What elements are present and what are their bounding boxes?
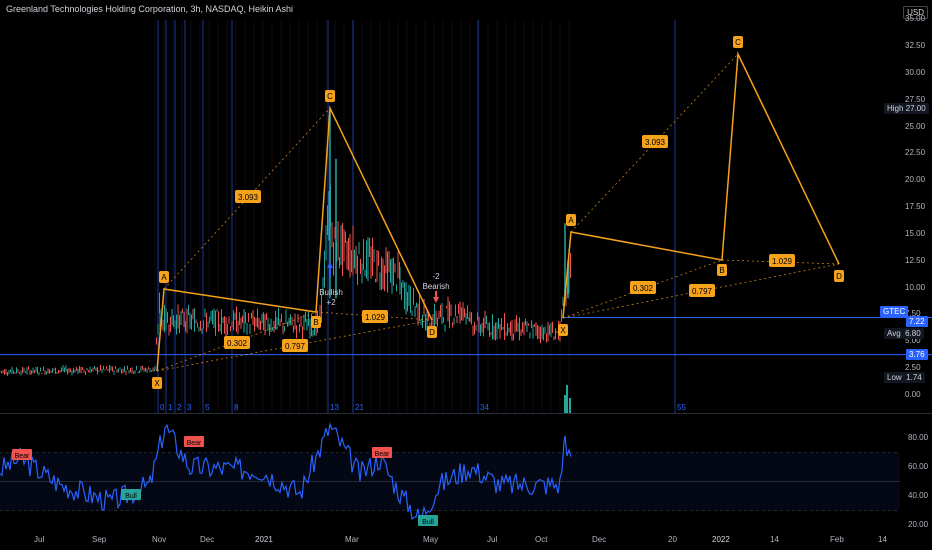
ratio-label: 0.302: [633, 284, 654, 293]
price-chart[interactable]: 0 1 2 3 5 8 13 21 34 55 X A B C D 3.093 0.302 0.797 1.029…: [0, 0, 932, 550]
fib-number: 21: [355, 403, 364, 412]
ratio-label: 3.093: [645, 138, 666, 147]
bull-signal-label: Bull: [422, 519, 434, 526]
pattern-point-label: C: [327, 92, 333, 101]
time-tick-label: Nov: [152, 535, 167, 544]
time-tick-label: Dec: [200, 535, 215, 544]
time-tick-label: Jul: [487, 535, 498, 544]
pattern-point-label: B: [313, 318, 318, 327]
pattern-point-label: C: [735, 38, 741, 47]
fib-number: 55: [677, 403, 686, 412]
price-tick-label: 30.00: [905, 67, 926, 77]
oscillator-tick-label: 60.00: [908, 462, 929, 471]
fib-number: 13: [330, 403, 339, 412]
bear-signal-label: Bear: [15, 453, 30, 460]
pattern-point-label: X: [154, 379, 160, 388]
last-price-tag: 7.22: [906, 316, 928, 327]
line-price-tag: 3.76: [906, 349, 928, 360]
price-tick-label: 25.00: [905, 121, 926, 131]
fib-number: 8: [234, 403, 239, 412]
high-value: 27.00: [905, 104, 926, 113]
price-tick-label: 12.50: [905, 255, 926, 265]
bearish-signal-text: Bearish: [422, 282, 449, 291]
avg-value: 6.80: [905, 329, 921, 338]
harmonic-pattern-line: [156, 105, 433, 372]
chart-window[interactable]: Greenland Technologies Holding Corporati…: [0, 0, 932, 550]
bull-signal-label: Bull: [125, 493, 137, 500]
time-tick-label: 14: [878, 535, 887, 544]
low-tag: Low 1.74: [884, 372, 925, 383]
time-tick-label: 2021: [255, 535, 273, 544]
time-tick-label: Jul: [34, 535, 45, 544]
price-tick-label: 10.00: [905, 282, 926, 292]
oscillator-tick-label: 20.00: [908, 520, 929, 529]
ratio-label: 1.029: [365, 313, 386, 322]
pattern-point-label: A: [161, 273, 167, 282]
high-tag: High 27.00: [884, 103, 929, 114]
fib-number: 3: [187, 403, 192, 412]
harmonic-pattern-line: [562, 51, 840, 319]
bear-signal-label: Bear: [375, 451, 390, 458]
ratio-label: 0.302: [227, 339, 248, 348]
bullish-signal-count: +2: [326, 298, 336, 307]
pattern-point-label: D: [429, 328, 435, 337]
price-tick-label: 0.00: [905, 390, 921, 399]
price-tick-label: 32.50: [905, 40, 926, 50]
bear-signal-label: Bear: [187, 440, 202, 447]
oscillator-tick-label: 80.00: [908, 433, 929, 442]
time-tick-label: Sep: [92, 535, 107, 544]
time-tick-label: 20: [668, 535, 677, 544]
price-tick-label: 2.50: [905, 363, 921, 373]
low-value: 1.74: [906, 373, 922, 382]
price-tick-label: 35.00: [905, 14, 926, 24]
avg-tag: Avg 6.80: [884, 328, 924, 339]
fib-number: 5: [205, 403, 210, 412]
fib-number: 2: [177, 403, 182, 412]
time-tick-label: Feb: [830, 535, 844, 544]
bullish-signal-text: Bullish: [319, 288, 343, 297]
price-tick-label: 22.50: [905, 148, 926, 158]
time-tick-label: 2022: [712, 535, 730, 544]
price-tick-label: 15.00: [905, 228, 926, 238]
time-tick-label: Dec: [592, 535, 607, 544]
fib-number: 34: [480, 403, 489, 412]
pattern-point-label: B: [719, 266, 724, 275]
symbol-tag: GTEC: [880, 306, 909, 317]
price-tick-label: 20.00: [905, 175, 926, 185]
time-tick-label: 14: [770, 535, 779, 544]
bearish-signal-count: -2: [432, 272, 440, 281]
time-tick-label: Oct: [535, 535, 548, 544]
pattern-point-label: X: [560, 326, 566, 335]
ratio-label: 0.797: [692, 287, 713, 296]
oscillator-tick-label: 40.00: [908, 491, 929, 500]
pane-separator[interactable]: [0, 413, 932, 414]
time-tick-label: May: [423, 535, 439, 544]
ratio-label: 1.029: [772, 257, 793, 266]
fib-number: 1: [168, 403, 173, 412]
ratio-label: 0.797: [285, 342, 306, 351]
pattern-point-label: A: [568, 216, 574, 225]
time-tick-label: Mar: [345, 535, 359, 544]
pattern-point-label: D: [836, 272, 842, 281]
fib-number: 0: [160, 403, 165, 412]
price-tick-label: 17.50: [905, 202, 926, 212]
ratio-label: 3.093: [238, 193, 259, 202]
